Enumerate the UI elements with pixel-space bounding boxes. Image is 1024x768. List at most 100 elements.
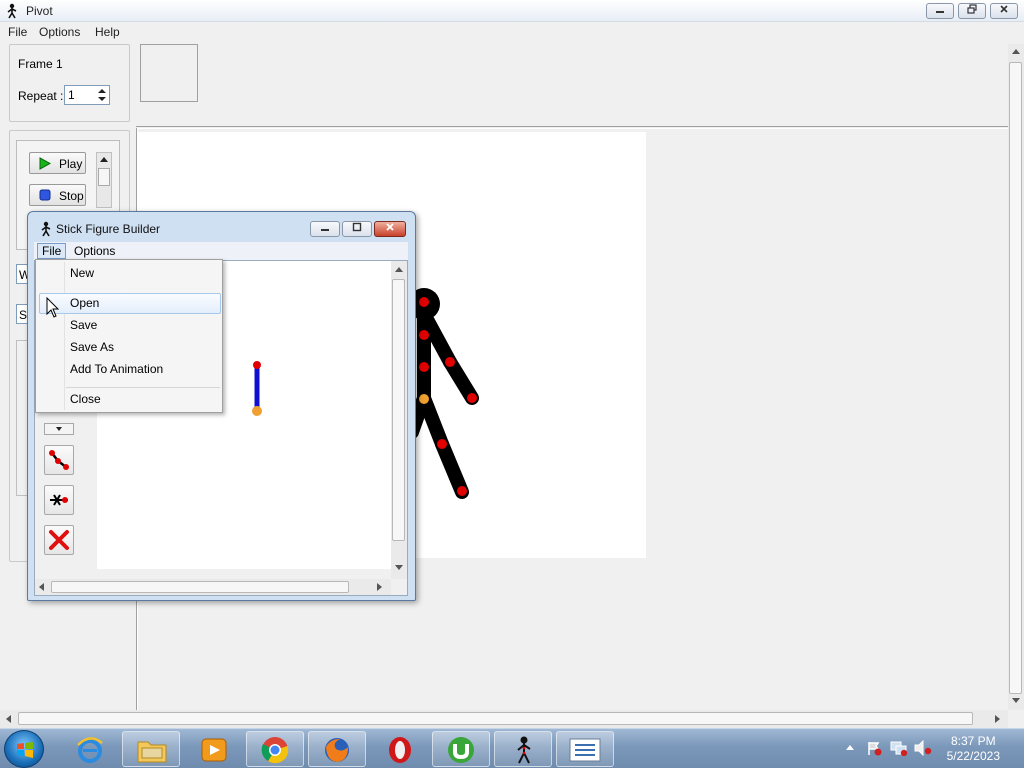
menu-options[interactable]: Options — [39, 25, 80, 39]
pivot-app-icon — [41, 221, 51, 237]
utorrent-icon — [448, 737, 474, 763]
taskbar-stick-figure-builder[interactable] — [556, 731, 614, 767]
joint-handle[interactable] — [437, 439, 447, 449]
root-joint-handle[interactable] — [419, 394, 429, 404]
mouse-cursor-icon — [46, 297, 60, 318]
tool-dropdown[interactable] — [44, 423, 74, 435]
stop-button[interactable]: Stop — [29, 184, 86, 206]
media-player-icon — [201, 738, 227, 762]
joint-handle[interactable] — [457, 486, 467, 496]
menu-item-save[interactable]: Save — [70, 318, 97, 332]
figure-lower-arm — [443, 355, 479, 405]
scissors-segment-icon — [50, 494, 68, 506]
system-clock[interactable]: 8:37 PM 5/22/2023 — [947, 734, 1000, 764]
close-icon — [1000, 5, 1008, 13]
minimize-button[interactable] — [926, 3, 954, 19]
menu-separator — [66, 387, 220, 388]
scroll-down-icon[interactable] — [1012, 698, 1020, 704]
frame-label: Frame 1 — [18, 57, 63, 71]
menu-item-new[interactable]: New — [70, 266, 94, 280]
scroll-up-icon[interactable] — [100, 156, 108, 162]
action-center-flag-icon[interactable] — [866, 740, 882, 756]
dialog-menu-options[interactable]: Options — [74, 244, 115, 258]
joint-handle[interactable] — [419, 330, 429, 340]
figure-lower-leg — [435, 437, 469, 499]
scroll-left-icon[interactable] — [38, 583, 44, 591]
main-horizontal-scrollbar[interactable] — [0, 710, 1008, 728]
taskbar-pivot[interactable] — [494, 731, 552, 767]
joint-handle[interactable] — [445, 357, 455, 367]
play-button[interactable]: Play — [29, 152, 86, 174]
file-dropdown-menu: New Open Save Save As Add To Animation C… — [35, 259, 223, 413]
dialog-maximize-button[interactable] — [342, 221, 372, 237]
taskbar-opera[interactable] — [370, 731, 428, 767]
main-titlebar: Pivot — [0, 0, 1024, 22]
menu-file[interactable]: File — [8, 25, 27, 39]
main-vscroll-thumb[interactable] — [1009, 62, 1022, 694]
scroll-up-icon[interactable] — [1012, 48, 1020, 54]
main-menubar: File Options Help — [0, 22, 1024, 41]
maximize-icon — [352, 222, 362, 232]
taskbar-utorrent[interactable] — [432, 731, 490, 767]
taskbar-windows-media-player[interactable] — [184, 731, 242, 767]
menu-item-save-as[interactable]: Save As — [70, 340, 114, 354]
dialog-hscroll-thumb[interactable] — [51, 581, 349, 593]
volume-muted-icon[interactable] — [914, 740, 932, 756]
dialog-menubar: File Options — [34, 242, 408, 260]
menu-item-add-to-animation[interactable]: Add To Animation — [70, 362, 163, 376]
list-window-icon — [569, 738, 601, 762]
taskbar-internet-explorer[interactable] — [60, 731, 118, 767]
scroll-right-icon[interactable] — [377, 583, 383, 591]
partial-label-2: S — [19, 308, 28, 322]
taskbar-firefox[interactable] — [308, 731, 366, 767]
taskbar-google-chrome[interactable] — [246, 731, 304, 767]
scroll-left-icon[interactable] — [5, 715, 11, 723]
window-title: Pivot — [26, 4, 53, 18]
dialog-vertical-scrollbar[interactable] — [391, 261, 407, 579]
joint-handle[interactable] — [467, 393, 477, 403]
main-hscroll-thumb[interactable] — [18, 712, 973, 725]
show-hidden-icons-icon[interactable] — [846, 744, 854, 750]
frame-thumbnail[interactable] — [140, 44, 198, 102]
play-label: Play — [59, 157, 83, 171]
segment-joint-handle[interactable] — [253, 361, 261, 369]
clock-date: 5/22/2023 — [946, 749, 1000, 763]
network-icon[interactable] — [890, 740, 908, 756]
figure-segment[interactable] — [247, 356, 267, 418]
scroll-up-icon[interactable] — [395, 266, 403, 272]
dialog-vscroll-thumb[interactable] — [392, 279, 405, 541]
spinner-arrows-icon[interactable] — [97, 88, 107, 102]
repeat-value: 1 — [68, 88, 75, 102]
menu-item-close[interactable]: Close — [70, 392, 101, 406]
scroll-down-icon[interactable] — [395, 565, 403, 571]
delete-tool-button[interactable] — [44, 525, 74, 555]
firefox-icon — [325, 738, 349, 762]
frame-panel: Frame 1 Repeat : 1 — [9, 44, 130, 122]
speed-scrollbar[interactable] — [96, 152, 112, 208]
pivot-app-icon — [7, 3, 17, 19]
dialog-close-button[interactable] — [374, 221, 406, 237]
segment-root-handle[interactable] — [252, 406, 262, 416]
speed-scroll-thumb[interactable] — [98, 168, 110, 186]
restore-button[interactable] — [958, 3, 986, 19]
joint-handle[interactable] — [419, 297, 429, 307]
repeat-spinner[interactable]: 1 — [64, 85, 110, 105]
menu-help[interactable]: Help — [95, 25, 120, 39]
joint-handle[interactable] — [419, 362, 429, 372]
main-vertical-scrollbar[interactable] — [1008, 44, 1024, 710]
dialog-menu-file[interactable]: File — [42, 244, 61, 258]
scroll-right-icon[interactable] — [995, 715, 1001, 723]
minimize-icon — [321, 229, 329, 231]
dialog-horizontal-scrollbar[interactable] — [35, 579, 391, 595]
restore-icon — [967, 4, 977, 14]
start-button[interactable] — [4, 730, 44, 768]
taskbar-windows-explorer[interactable] — [122, 731, 180, 767]
menu-item-open[interactable]: Open — [70, 296, 99, 310]
opera-icon — [389, 737, 411, 763]
dialog-minimize-button[interactable] — [310, 221, 340, 237]
close-button[interactable] — [990, 3, 1018, 19]
detach-segment-tool-button[interactable] — [44, 485, 74, 515]
play-icon — [39, 157, 51, 170]
add-line-tool-button[interactable] — [44, 445, 74, 475]
stop-label: Stop — [59, 189, 84, 203]
